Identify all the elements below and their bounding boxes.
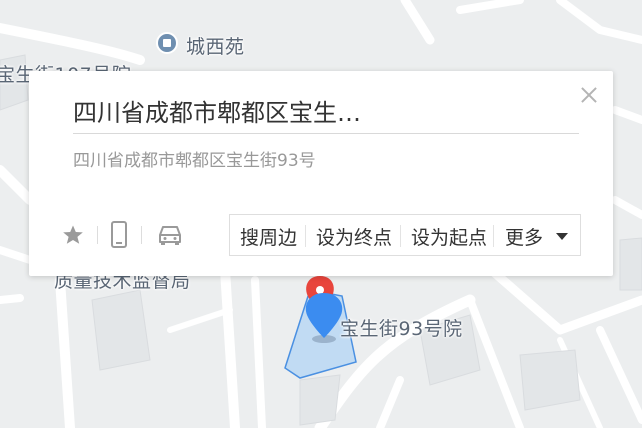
icon-separator (141, 226, 142, 244)
action-separator (400, 225, 401, 247)
map-label-baosheng-93[interactable]: 宝生街93号院 (340, 314, 463, 341)
mobile-phone-icon[interactable] (110, 221, 128, 249)
popup-title: 四川省成都市郫都区宝生… (73, 99, 361, 127)
more-button[interactable]: 更多 (505, 223, 543, 250)
action-button-group: 搜周边 设为终点 设为起点 更多 (229, 214, 581, 256)
action-separator (493, 225, 494, 247)
set-destination-button[interactable]: 设为终点 (316, 223, 392, 250)
map-label-chengxiyuan[interactable]: 城西苑 (186, 32, 245, 59)
popup-address: 四川省成都市郫都区宝生街93号 (73, 151, 316, 171)
residential-poi-icon[interactable] (156, 32, 178, 54)
star-icon[interactable] (61, 221, 85, 249)
set-origin-button[interactable]: 设为起点 (411, 223, 487, 250)
car-icon[interactable] (156, 221, 184, 249)
action-separator (305, 225, 306, 247)
popup-divider (73, 133, 579, 134)
chevron-down-icon[interactable] (556, 233, 568, 240)
search-nearby-button[interactable]: 搜周边 (240, 223, 297, 250)
icon-separator (97, 226, 98, 244)
close-icon[interactable] (578, 84, 600, 106)
